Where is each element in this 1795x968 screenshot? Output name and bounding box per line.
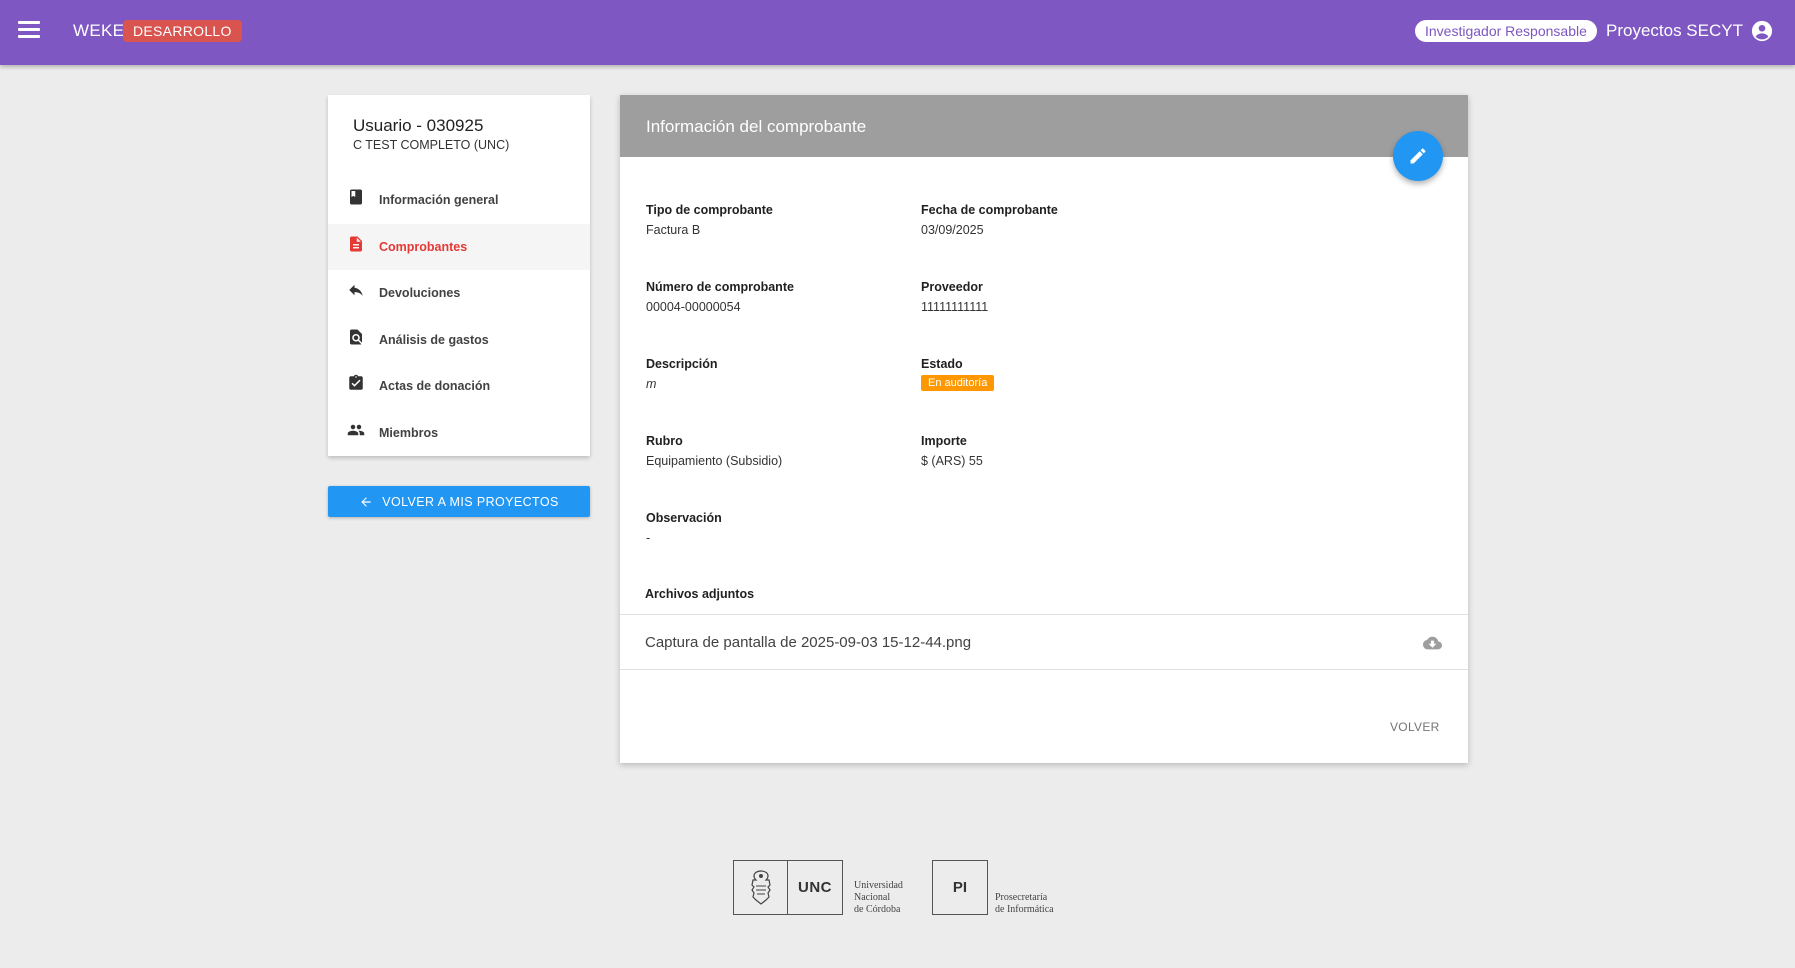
field-value: 11111111111 — [921, 300, 989, 314]
card-title: Información del comprobante — [646, 117, 867, 136]
pi-caption-line: Prosecretaría — [995, 892, 1048, 903]
field-fecha: Fecha de comprobante 03/09/2025 — [921, 203, 1058, 237]
attachment-name[interactable]: Captura de pantalla de 2025-09-03 15-12-… — [645, 634, 971, 651]
cloud-download-icon[interactable] — [1423, 635, 1442, 651]
field-observacion: Observación - — [646, 511, 722, 545]
pi-caption: Prosecretaría de Informática — [995, 892, 1054, 916]
attachments-title: Archivos adjuntos — [645, 587, 755, 601]
project-sidebar: Usuario - 030925 C TEST COMPLETO (UNC) I… — [328, 95, 590, 456]
footer-logos: UNC Universidad Nacional de Córdoba PI P… — [733, 860, 1073, 916]
project-subtitle: C TEST COMPLETO (UNC) — [353, 138, 510, 152]
attachment-row: Captura de pantalla de 2025-09-03 15-12-… — [620, 614, 1468, 670]
unc-logo-text: UNC — [787, 860, 843, 915]
sidebar-item-label: Comprobantes — [379, 239, 468, 254]
field-descripcion: Descripción m — [646, 357, 718, 391]
sidebar-item-label: Actas de donación — [379, 379, 491, 394]
pi-caption-line: de Informática — [995, 904, 1054, 915]
field-value: Equipamiento (Subsidio) — [646, 454, 783, 468]
top-app-bar: WEKE DESARROLLO Investigador Responsable… — [0, 0, 1795, 65]
field-numero: Número de comprobante 00004-00000054 — [646, 280, 794, 314]
voucher-detail-card: Información del comprobante Tipo de comp… — [620, 95, 1468, 763]
assignment-check-icon — [349, 375, 363, 390]
field-proveedor: Proveedor 11111111111 — [921, 280, 988, 314]
environment-badge: DESARROLLO — [123, 20, 242, 42]
account-circle-icon[interactable] — [1751, 20, 1773, 42]
back-to-projects-label: VOLVER A MIS PROYECTOS — [382, 494, 559, 509]
field-tipo: Tipo de comprobante Factura B — [646, 203, 773, 237]
sidebar-item-label: Información general — [379, 193, 499, 208]
brand-name: WEKE — [73, 21, 125, 40]
field-label: Estado — [921, 357, 963, 371]
field-value: 03/09/2025 — [921, 223, 984, 237]
field-label: Descripción — [646, 357, 718, 371]
status-badge: En auditoría — [921, 375, 995, 391]
document-icon — [350, 236, 362, 252]
field-importe: Importe $ (ARS) 55 — [921, 434, 983, 468]
app-name: Proyectos SECYT — [1606, 21, 1743, 40]
people-icon — [347, 424, 365, 435]
edit-button[interactable] — [1393, 131, 1443, 181]
sidebar-item-label: Miembros — [379, 425, 439, 440]
sidebar-item-label: Análisis de gastos — [379, 332, 489, 347]
field-value: Factura B — [646, 223, 701, 237]
role-chip[interactable]: Investigador Responsable — [1415, 20, 1597, 42]
sidebar-item-miembros[interactable]: Miembros — [328, 410, 590, 457]
field-value: 00004-00000054 — [646, 300, 741, 314]
field-label: Número de comprobante — [646, 280, 794, 294]
sidebar-item-devoluciones[interactable]: Devoluciones — [328, 270, 590, 317]
pencil-icon — [1410, 148, 1426, 164]
pi-logo-text: PI — [932, 860, 988, 915]
menu-icon[interactable] — [18, 21, 40, 39]
arrow-back-icon — [361, 496, 371, 507]
sidebar-item-comprobantes[interactable]: Comprobantes — [328, 223, 590, 270]
book-icon — [350, 189, 362, 205]
sidebar-item-label: Devoluciones — [379, 286, 461, 301]
project-title: Usuario - 030925 — [353, 116, 484, 135]
sidebar-item-informacion-general[interactable]: Información general — [328, 177, 590, 224]
field-label: Importe — [921, 434, 967, 448]
field-label: Rubro — [646, 434, 683, 448]
field-value: - — [646, 531, 651, 545]
sidebar-item-analisis-gastos[interactable]: Análisis de gastos — [328, 317, 590, 364]
unc-caption: Universidad Nacional de Córdoba — [854, 880, 903, 916]
reply-icon — [349, 285, 363, 297]
sidebar-item-actas-donacion[interactable]: Actas de donación — [328, 363, 590, 410]
field-value: m — [646, 377, 657, 391]
field-estado: Estado En auditoría — [921, 357, 995, 391]
find-in-page-icon — [350, 329, 362, 345]
field-label: Observación — [646, 511, 722, 525]
field-label: Fecha de comprobante — [921, 203, 1058, 217]
unc-caption-line: Nacional — [854, 892, 891, 903]
card-header: Información del comprobante — [620, 95, 1468, 157]
field-label: Proveedor — [921, 280, 983, 294]
field-rubro: Rubro Equipamiento (Subsidio) — [646, 434, 782, 468]
volver-button[interactable]: VOLVER — [1382, 716, 1448, 738]
field-value: $ (ARS) 55 — [921, 454, 983, 468]
unc-caption-line: Universidad — [854, 880, 903, 891]
field-label: Tipo de comprobante — [646, 203, 773, 217]
back-to-projects-button[interactable]: VOLVER A MIS PROYECTOS — [328, 486, 590, 517]
unc-caption-line: de Córdoba — [854, 904, 901, 915]
sidebar-nav: Información general Comprobantes Devoluc… — [328, 177, 590, 456]
unc-crest-logo — [733, 860, 788, 915]
crest-icon — [751, 870, 771, 905]
